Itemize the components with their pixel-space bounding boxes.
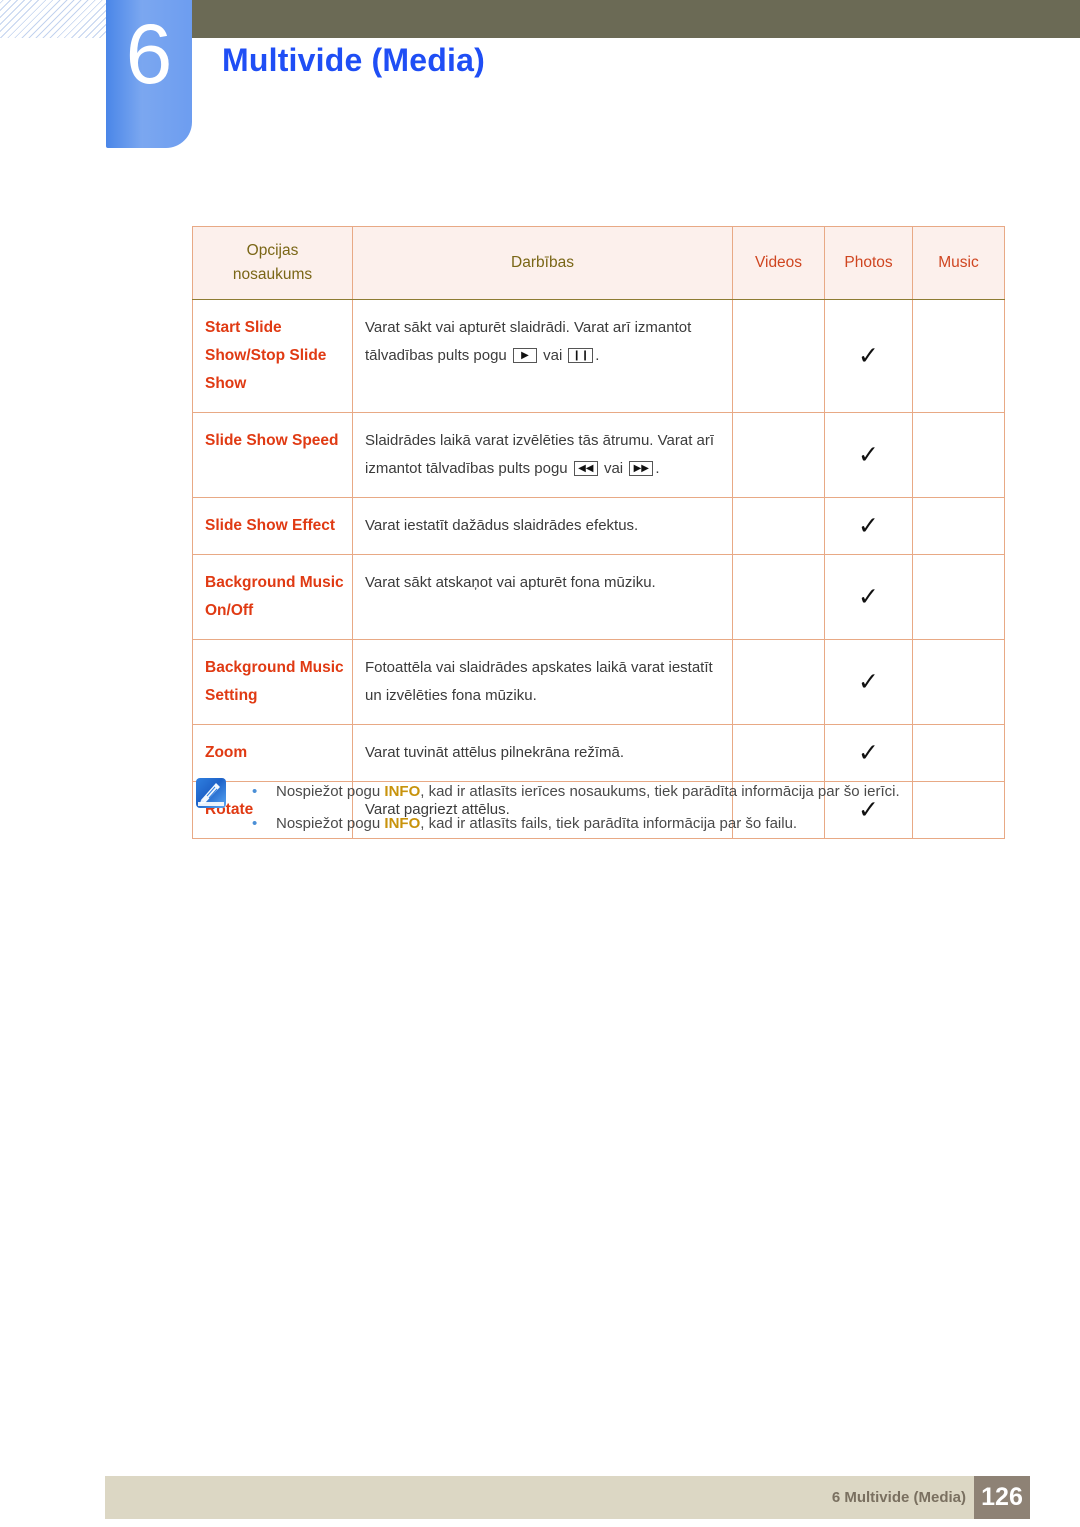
description-cell: Varat tuvināt attēlus pilnekrāna režīmā.	[352, 724, 733, 782]
header-bar	[192, 0, 1080, 38]
support-empty-videos	[732, 299, 825, 413]
footer-label: 6 Multivide (Media)	[831, 1489, 966, 1506]
support-empty-videos	[732, 724, 825, 782]
table-row: Slide Show Speed Slaidrādes laikā varat i…	[192, 412, 1005, 498]
support-check-photos: ✓	[824, 497, 913, 555]
support-empty-music	[912, 639, 1005, 725]
check-icon: ✓	[858, 667, 879, 696]
description-cell: Fotoattēla vai slaidrādes apskates laikā…	[352, 639, 733, 725]
check-icon: ✓	[858, 582, 879, 611]
support-empty-music	[912, 299, 1005, 413]
option-name-cell: Zoom	[192, 724, 353, 782]
note-item: • Nospiežot pogu INFO, kad ir atlasīts fa…	[196, 808, 1016, 840]
play-key: ▶	[512, 348, 537, 363]
check-icon: ✓	[858, 511, 879, 540]
column-header-music: Music	[912, 226, 1005, 300]
column-header-videos: Videos	[732, 226, 825, 300]
option-name-cell: Slide Show Speed	[192, 412, 353, 498]
fast-forward-key: ▶▶	[629, 461, 654, 476]
hatch-decoration	[0, 0, 106, 38]
support-empty-videos	[732, 639, 825, 725]
description-cell: Slaidrādes laikā varat izvēlēties tās āt…	[352, 412, 733, 498]
note-item: • Nospiežot pogu INFO, kad ir atlasīts ie…	[196, 776, 1016, 808]
column-header-option-name: Opcijas nosaukums	[192, 226, 353, 300]
option-name-cell: Background Music On/Off	[192, 554, 353, 640]
column-header-action: Darbības	[352, 226, 733, 300]
rewind-key: ◀◀	[573, 461, 598, 476]
info-button-keyword: INFO	[384, 815, 421, 832]
support-empty-videos	[732, 554, 825, 640]
pause-key: ❙❙	[568, 348, 594, 363]
note-bullet: •	[252, 815, 258, 832]
support-check-photos: ✓	[824, 639, 913, 725]
note-block: • Nospiežot pogu INFO, kad ir atlasīts ie…	[196, 776, 1016, 840]
description-cell: Varat sākt vai apturēt slaidrādi. Varat …	[352, 299, 733, 413]
table-body: Start Slide Show/Stop Slide Show Varat sā…	[192, 299, 1005, 839]
support-check-photos: ✓	[824, 724, 913, 782]
check-icon: ✓	[858, 440, 879, 469]
column-header-option-name-line1: Opcijas	[246, 242, 299, 259]
support-check-photos: ✓	[824, 412, 913, 498]
check-icon: ✓	[858, 341, 879, 370]
table-header-row: Opcijas nosaukums Darbības Videos Photos…	[192, 226, 1005, 300]
page-title: Multivide (Media)	[222, 42, 485, 78]
table-header: Opcijas nosaukums Darbības Videos Photos…	[192, 226, 1005, 300]
option-name-cell: Background Music Setting	[192, 639, 353, 725]
support-check-photos: ✓	[824, 299, 913, 413]
table-row: Start Slide Show/Stop Slide Show Varat sā…	[192, 299, 1005, 413]
support-empty-music	[912, 554, 1005, 640]
note-list: • Nospiežot pogu INFO, kad ir atlasīts ie…	[196, 776, 1016, 840]
description-cell: Varat iestatīt dažādus slaidrādes efektu…	[352, 497, 733, 555]
chapter-number-tab: 6	[106, 0, 192, 148]
support-empty-videos	[732, 497, 825, 555]
support-check-photos: ✓	[824, 554, 913, 640]
footer-page-number: 126	[974, 1476, 1030, 1519]
support-empty-music	[912, 497, 1005, 555]
support-empty-music	[912, 724, 1005, 782]
option-name-cell: Slide Show Effect	[192, 497, 353, 555]
table-row: Slide Show Effect Varat iestatīt dažādus …	[192, 497, 1005, 555]
support-empty-videos	[732, 412, 825, 498]
column-header-photos: Photos	[824, 226, 913, 300]
table-row: Background Music On/Off Varat sākt atskaņ…	[192, 554, 1005, 640]
chapter-number: 6	[125, 7, 173, 101]
support-empty-music	[912, 412, 1005, 498]
table-row: Zoom Varat tuvināt attēlus pilnekrāna rež…	[192, 724, 1005, 782]
info-button-keyword: INFO	[384, 783, 421, 800]
description-cell: Varat sākt atskaņot vai apturēt fona mūz…	[352, 554, 733, 640]
table-row: Background Music Setting Fotoattēla vai s…	[192, 639, 1005, 725]
check-icon: ✓	[858, 738, 879, 767]
note-bullet: •	[252, 783, 258, 800]
footer-bar: 6 Multivide (Media) 126	[105, 1476, 1030, 1519]
column-header-option-name-line2: nosaukums	[232, 266, 313, 283]
media-options-table: Opcijas nosaukums Darbības Videos Photos…	[192, 226, 1005, 839]
option-name-cell: Start Slide Show/Stop Slide Show	[192, 299, 353, 413]
